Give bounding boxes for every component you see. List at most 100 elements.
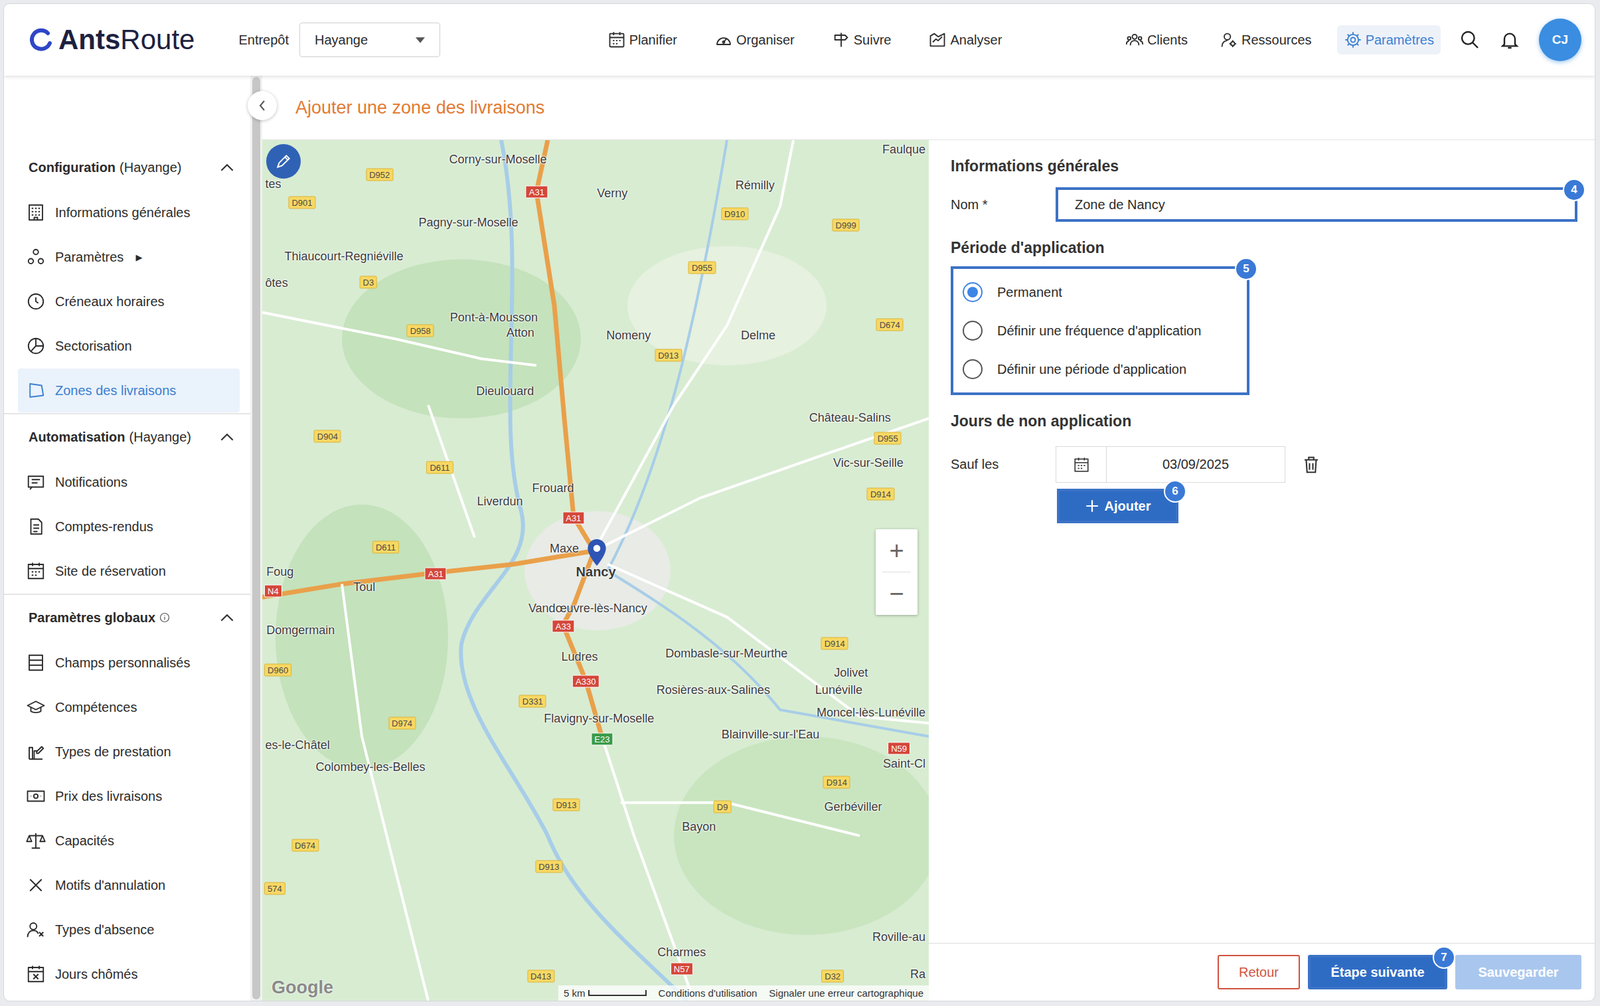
footer-button[interactable]: Étape suivante7 [1307, 954, 1448, 990]
nav-item[interactable]: Suivre [825, 25, 899, 55]
sidebar-item[interactable]: Sectorisation [17, 323, 240, 368]
map-road-label: D32 [821, 969, 844, 982]
field-label: Sauf les [950, 456, 1056, 473]
sidebar-item[interactable]: Informations générales [17, 190, 240, 235]
map-place-label: Dombasle-sur-Meurthe [665, 646, 788, 661]
map-place-label: Flavigny-sur-Moselle [543, 711, 654, 726]
date-input[interactable]: 03/09/2025 [1055, 446, 1286, 483]
sidebar-item-icon [25, 919, 46, 940]
nav-item[interactable]: Ressources [1212, 25, 1319, 55]
section-header[interactable]: Paramètres globaux [3, 594, 251, 640]
logo-icon [27, 26, 55, 54]
sidebar-item[interactable]: Compétences [17, 685, 240, 729]
sidebar-item[interactable]: Comptes-rendus [17, 504, 240, 549]
map-road-label: D901 [288, 195, 316, 209]
main-content: Ajouter une zone des livraisonsFaulqueCo… [262, 75, 1595, 1001]
radio-button[interactable] [962, 282, 983, 303]
sidebar-item[interactable]: Jours chômés [17, 952, 240, 996]
map-road-label: A31 [424, 567, 447, 581]
map-place-label: Château-Salins [809, 410, 891, 425]
radio-button[interactable] [962, 359, 983, 380]
section-heading: Période d'application [950, 239, 1578, 257]
sidebar-item-icon [25, 472, 46, 492]
radio-button[interactable] [962, 320, 983, 341]
section-header[interactable]: Configuration(Hayange) [3, 144, 251, 190]
map-road-label: D611 [426, 461, 453, 475]
period-radio-group: PermanentDéfinir une fréquence d'applica… [950, 266, 1250, 396]
map-road-label: D9 [713, 800, 732, 813]
google-logo: Google [271, 977, 334, 998]
section-header[interactable]: Automatisation(Hayange) [3, 414, 251, 460]
zoom-in-button[interactable]: + [875, 529, 918, 572]
map-road-label: E23 [590, 732, 613, 746]
name-input[interactable]: Zone de Nancy4 [1055, 187, 1578, 222]
map-pin-icon[interactable] [586, 538, 608, 567]
sidebar-item[interactable]: Créneaux horaires [17, 279, 240, 324]
map-place-label: Frouard [532, 481, 575, 496]
sidebar-item-icon [25, 246, 46, 267]
user-avatar[interactable]: CJ [1538, 18, 1582, 62]
nav-item[interactable]: Clients [1118, 25, 1195, 55]
map-place-label: Pont-à-Mousson [450, 310, 538, 325]
sidebar-item[interactable]: Types d'absence [17, 907, 240, 952]
sidebar-item-icon [25, 291, 46, 312]
nav-item[interactable]: Planifier [600, 25, 684, 55]
map-road-label: D914 [867, 487, 895, 501]
add-date-button[interactable]: Ajouter6 [1056, 488, 1179, 524]
sidebar-item[interactable]: Champs personnalisés [17, 640, 240, 685]
bell-icon[interactable] [1499, 29, 1521, 51]
nav-icon [714, 30, 733, 50]
map-place-label: Roville-au [872, 930, 926, 945]
logo[interactable]: AntsRoute [27, 23, 195, 56]
nav-item[interactable]: Organiser [707, 25, 802, 55]
draw-button[interactable] [266, 144, 301, 179]
attribution-link[interactable]: Conditions d'utilisation [658, 987, 758, 999]
sidebar-item-icon [25, 741, 46, 762]
sidebar-item[interactable]: Site de réservation [17, 549, 240, 593]
chevron-up-icon[interactable] [219, 432, 235, 442]
nav-item[interactable]: Paramètres [1337, 25, 1441, 55]
radio-option[interactable]: Définir une période d'application [962, 349, 1238, 389]
sidebar-item[interactable]: Paramètres▶ [17, 235, 240, 279]
map-road-label: 574 [264, 881, 286, 895]
map-place-label: Maxe [549, 541, 579, 556]
nav-item[interactable]: Analyser [921, 25, 1009, 55]
footer-button[interactable]: Retour [1217, 954, 1300, 990]
map-place-label: Bayon [681, 819, 716, 834]
page-title: Ajouter une zone des livraisons [295, 97, 545, 119]
map-place-label: Faulque [882, 142, 926, 157]
app-window: AntsRouteEntrepôtHayangePlanifierOrganis… [3, 3, 1596, 1002]
sidebar-item-icon [25, 786, 46, 806]
sidebar-item[interactable]: Types de prestation [17, 729, 240, 774]
footer-button[interactable]: Sauvegarder [1455, 954, 1582, 990]
sidebar-item[interactable]: Capacités [17, 818, 240, 863]
chevron-up-icon[interactable] [219, 163, 235, 172]
top-bar: AntsRouteEntrepôtHayangePlanifierOrganis… [3, 3, 1595, 76]
zoom-out-button[interactable]: − [875, 572, 918, 615]
search-icon[interactable] [1459, 29, 1481, 51]
sidebar-item[interactable]: Notifications [17, 460, 240, 504]
map-place-label: Lunéville [815, 683, 863, 698]
radio-option[interactable]: Définir une fréquence d'application [962, 311, 1238, 350]
trash-icon[interactable] [1301, 454, 1322, 475]
nav-icon [928, 30, 947, 50]
map-place-label: Colombey-les-Belles [315, 759, 425, 774]
sidebar-item[interactable]: Motifs d'annulation [17, 863, 240, 907]
map-place-label: Nancy [576, 564, 617, 580]
map-place-label: Vic-sur-Seille [833, 455, 904, 470]
radio-option[interactable]: Permanent [962, 272, 1238, 312]
warehouse-select[interactable]: Hayange [299, 22, 441, 58]
chevron-up-icon[interactable] [219, 613, 235, 623]
map-road-label: N59 [887, 742, 911, 755]
collapse-button[interactable] [247, 90, 277, 121]
attribution-link[interactable]: Signaler une erreur cartographique [768, 987, 924, 999]
map-road-label: D674 [876, 318, 904, 332]
scrollbar[interactable] [250, 75, 263, 1001]
map-road-label: D674 [291, 839, 319, 852]
sidebar-item[interactable]: Prix des livraisons [17, 774, 240, 818]
sidebar-item[interactable]: Zones des livraisons [17, 368, 240, 413]
info-icon [159, 612, 170, 623]
map[interactable]: FaulqueCorny-sur-MoselleVernyRémillytesP… [262, 140, 929, 1001]
sidebar-item-icon [25, 652, 46, 673]
map-place-label: Foug [266, 564, 294, 579]
